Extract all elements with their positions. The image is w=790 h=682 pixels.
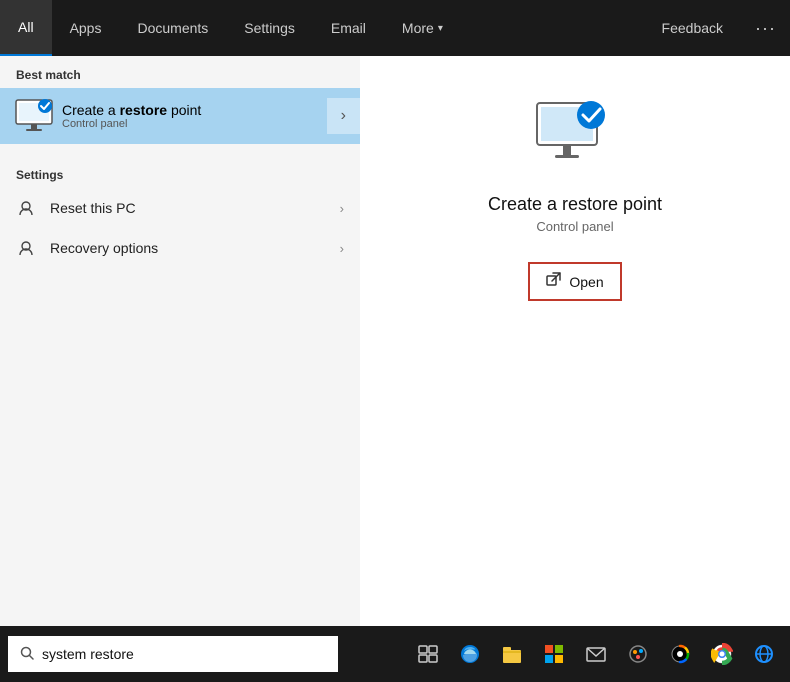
best-match-label: Best match	[0, 56, 360, 88]
search-icon	[20, 646, 34, 663]
restore-point-icon	[14, 98, 50, 134]
settings-item-recovery-arrow: ›	[340, 241, 344, 256]
right-panel: Create a restore point Control panel Ope…	[360, 56, 790, 626]
mail-icon[interactable]	[578, 636, 614, 672]
best-match-item[interactable]: Create a restore point Control panel ›	[0, 88, 360, 144]
search-bar	[8, 636, 338, 672]
settings-item-reset-pc[interactable]: Reset this PC ›	[0, 188, 360, 228]
best-match-subtitle: Control panel	[62, 118, 327, 130]
taskbar-icons	[410, 636, 782, 672]
ie-icon[interactable]	[746, 636, 782, 672]
nav-label-email: Email	[331, 20, 366, 36]
file-explorer-icon[interactable]	[494, 636, 530, 672]
edge-icon[interactable]	[452, 636, 488, 672]
settings-section: Settings Reset this PC ›	[0, 146, 360, 278]
left-panel: Best match Cre	[0, 56, 360, 626]
best-match-text: Create a restore point Control panel	[62, 102, 327, 130]
nav-label-settings: Settings	[244, 20, 295, 36]
search-input[interactable]	[42, 646, 326, 662]
right-title: Create a restore point	[488, 194, 662, 215]
taskview-icon[interactable]	[410, 636, 446, 672]
nav-label-apps: Apps	[70, 20, 102, 36]
nav-feedback-label: Feedback	[662, 20, 723, 36]
nav-item-settings[interactable]: Settings	[226, 0, 313, 56]
settings-item-reset-arrow: ›	[340, 201, 344, 216]
nav-item-all[interactable]: All	[0, 0, 52, 56]
nav-more-options-button[interactable]: ···	[741, 0, 790, 56]
photos-icon[interactable]	[620, 636, 656, 672]
nav-item-documents[interactable]: Documents	[119, 0, 226, 56]
best-match-title: Create a restore point	[62, 102, 327, 118]
nav-label-documents: Documents	[137, 20, 208, 36]
settings-item-recovery[interactable]: Recovery options ›	[0, 228, 360, 268]
open-button[interactable]: Open	[528, 262, 621, 301]
recovery-icon	[16, 238, 36, 258]
open-label: Open	[569, 274, 603, 290]
best-match-arrow-icon: ›	[327, 98, 360, 134]
top-nav: All Apps Documents Settings Email More ▾…	[0, 0, 790, 56]
paint-icon[interactable]	[662, 636, 698, 672]
open-external-icon	[546, 272, 561, 291]
chrome-icon[interactable]	[704, 636, 740, 672]
reset-pc-icon	[16, 198, 36, 218]
taskbar	[0, 626, 790, 682]
nav-label-all: All	[18, 19, 34, 35]
right-subtitle: Control panel	[536, 219, 613, 234]
settings-item-reset-label: Reset this PC	[50, 200, 340, 216]
settings-item-recovery-label: Recovery options	[50, 240, 340, 256]
main-content: Best match Cre	[0, 56, 790, 626]
nav-label-more: More	[402, 20, 434, 36]
nav-item-email[interactable]: Email	[313, 0, 384, 56]
nav-item-apps[interactable]: Apps	[52, 0, 120, 56]
more-chevron-icon: ▾	[438, 23, 443, 34]
nav-dots-icon: ···	[755, 18, 776, 39]
right-app-icon	[530, 96, 620, 176]
right-title-text: Create a restore point	[488, 194, 662, 214]
settings-section-label: Settings	[0, 156, 360, 188]
nav-item-more[interactable]: More ▾	[384, 0, 461, 56]
store-icon[interactable]	[536, 636, 572, 672]
nav-feedback-button[interactable]: Feedback	[644, 0, 741, 56]
